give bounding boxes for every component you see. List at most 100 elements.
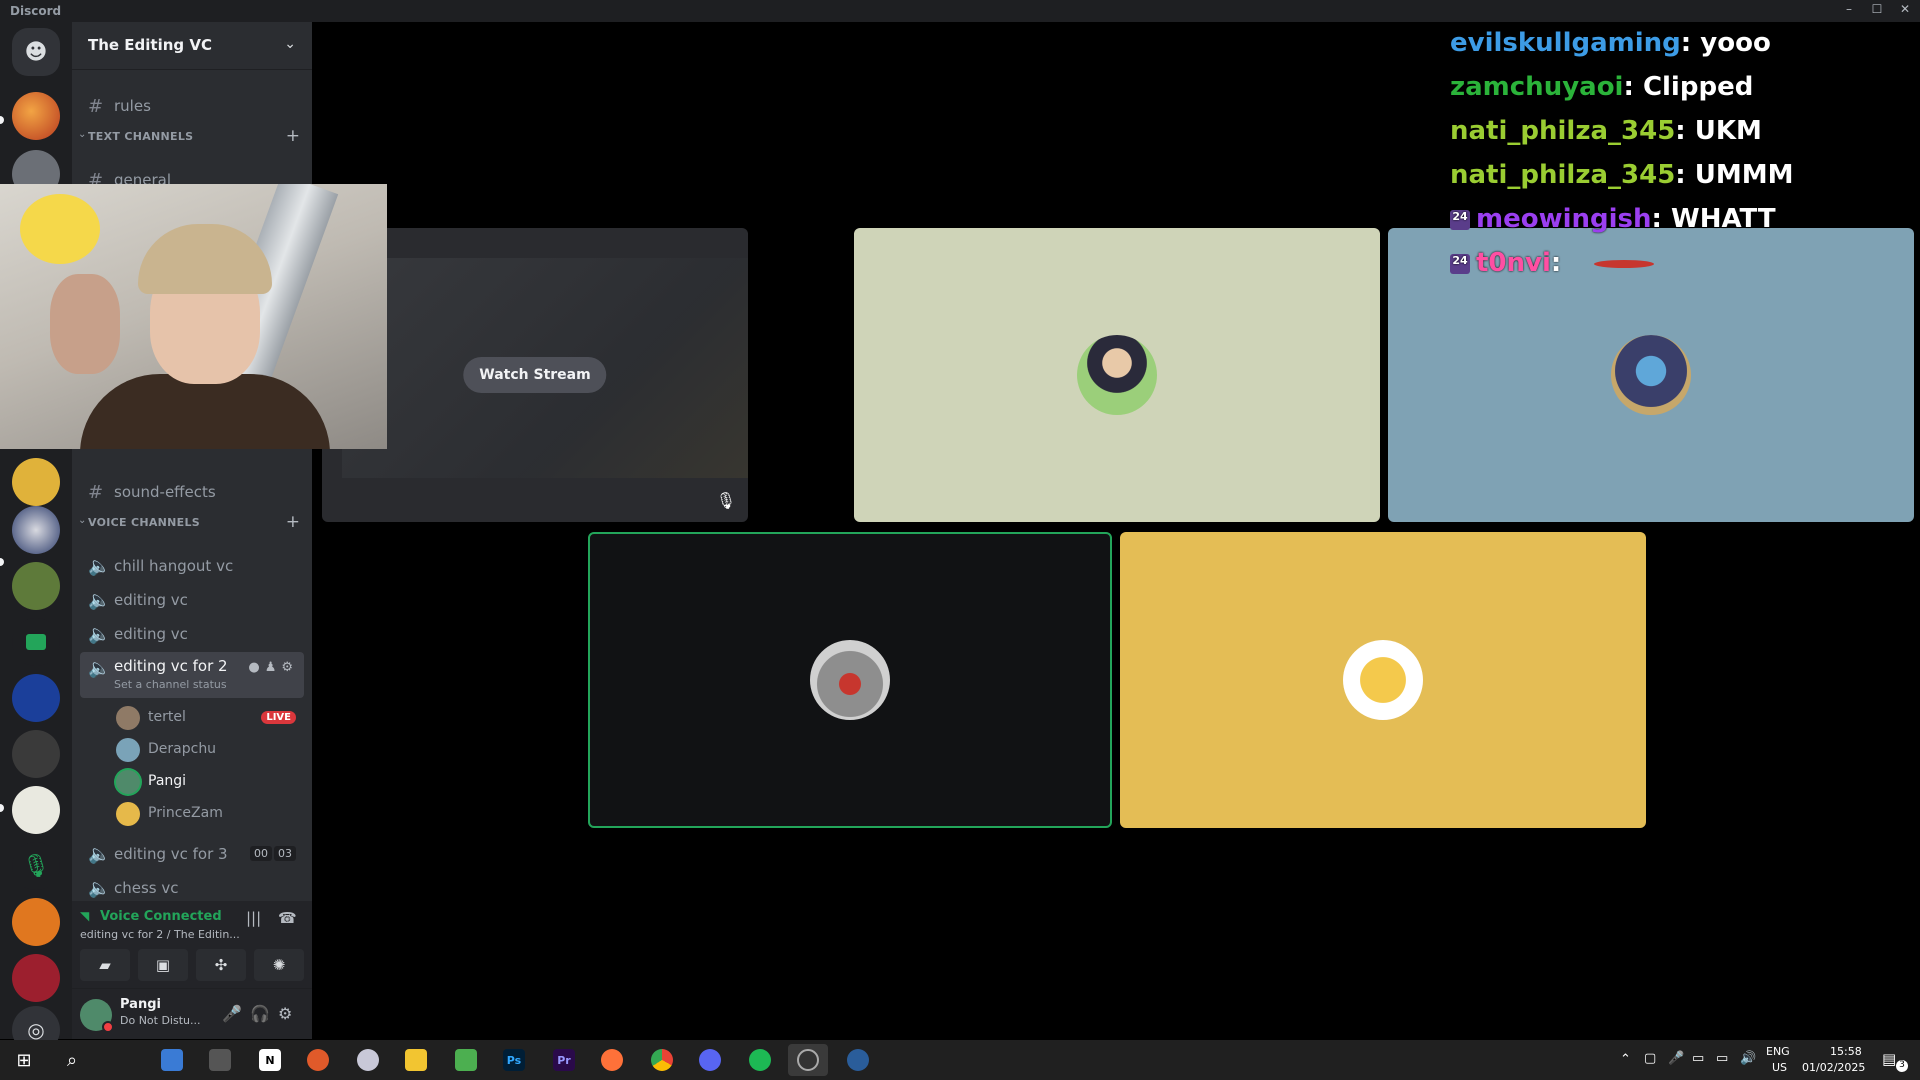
microphone-icon[interactable]: 🎤 xyxy=(222,1004,242,1023)
voice-user[interactable]: Derapchu xyxy=(112,734,304,766)
person-cap xyxy=(138,224,272,294)
server-icon[interactable] xyxy=(12,458,60,506)
username[interactable]: Pangi xyxy=(120,997,161,1012)
monitor-icon[interactable]: ▭ xyxy=(1716,1051,1728,1066)
participant-tile[interactable] xyxy=(854,228,1380,522)
avatar xyxy=(1611,335,1691,415)
taskbar-app[interactable] xyxy=(200,1044,240,1076)
search-button[interactable]: ⌕ xyxy=(52,1044,92,1076)
participant-tile[interactable] xyxy=(1120,532,1646,828)
user-count: 00 xyxy=(250,846,272,861)
clock-date[interactable]: 01/02/2025 xyxy=(1802,1061,1865,1074)
signal-icon[interactable]: ◥ xyxy=(80,909,89,923)
close-button[interactable]: ✕ xyxy=(1894,2,1916,20)
user-limit: 00 03 xyxy=(248,846,296,861)
gear-icon[interactable]: ⚙ xyxy=(281,660,298,675)
server-icon[interactable] xyxy=(12,674,60,722)
app-icon xyxy=(307,1049,329,1071)
server-icon[interactable] xyxy=(12,898,60,946)
voice-user[interactable]: tertel LIVE xyxy=(112,702,304,734)
server-name: The Editing VC xyxy=(88,36,212,54)
server-folder[interactable] xyxy=(12,618,60,666)
channel-sound-effects[interactable]: # sound-effects xyxy=(80,476,304,508)
chat-icon[interactable]: ● xyxy=(248,660,264,675)
volume-icon[interactable]: 🔊 xyxy=(1740,1051,1756,1066)
taskbar-app-active[interactable] xyxy=(788,1044,828,1076)
mic-muted-icon: 🎙 xyxy=(715,491,736,510)
server-header[interactable]: The Editing VC ⌄ xyxy=(72,22,312,70)
channel-rules[interactable]: # rules xyxy=(80,90,304,122)
voice-channel[interactable]: 🔈 chess vc xyxy=(80,872,304,904)
add-channel-icon[interactable]: + xyxy=(286,512,300,532)
soundboard-button[interactable]: ✺ xyxy=(254,949,304,981)
obs-icon xyxy=(797,1049,819,1071)
taskbar-app-notion[interactable]: N xyxy=(250,1044,290,1076)
server-icon[interactable] xyxy=(12,506,60,554)
notification-icon[interactable]: ▤ xyxy=(1882,1050,1896,1068)
voice-user[interactable]: PrinceZam xyxy=(112,798,304,830)
voice-channel[interactable]: 🔈 editing vc for 3 00 03 xyxy=(80,838,304,870)
watch-stream-button[interactable]: Watch Stream xyxy=(463,357,607,393)
taskbar-app[interactable] xyxy=(348,1044,388,1076)
voice-connected-subtitle[interactable]: editing vc for 2 / The Editin... xyxy=(80,928,240,941)
participant-tile-speaking[interactable] xyxy=(588,532,1112,828)
taskbar-app[interactable] xyxy=(446,1044,486,1076)
taskbar-app[interactable] xyxy=(396,1044,436,1076)
taskbar-app[interactable] xyxy=(592,1044,632,1076)
server-icon[interactable]: 🎙 xyxy=(12,842,60,890)
camera-icon[interactable]: ▢ xyxy=(1644,1051,1656,1066)
category-voice-channels[interactable]: ⌄ VOICE CHANNELS + xyxy=(76,512,308,532)
voice-channel[interactable]: 🔈 editing vc xyxy=(80,618,304,650)
camera-off-button[interactable]: ▰ xyxy=(80,949,130,981)
taskbar-app[interactable] xyxy=(690,1044,730,1076)
headphones-icon[interactable]: 🎧 xyxy=(250,1004,270,1023)
voice-connected-label[interactable]: Voice Connected xyxy=(100,909,222,924)
gear-icon[interactable]: ⚙ xyxy=(278,1004,292,1023)
language-indicator[interactable]: ENG xyxy=(1766,1045,1790,1058)
taskbar-app[interactable] xyxy=(152,1044,192,1076)
activities-button[interactable]: ✣ xyxy=(196,949,246,981)
chevron-up-icon[interactable]: ⌃ xyxy=(1620,1052,1631,1067)
app-icon xyxy=(357,1049,379,1071)
voice-channel[interactable]: 🔈 editing vc xyxy=(80,584,304,616)
invite-icon[interactable]: ♟ xyxy=(265,660,282,675)
taskbar-app-premiere[interactable]: Pr xyxy=(544,1044,584,1076)
server-icon[interactable] xyxy=(12,562,60,610)
taskbar-app[interactable] xyxy=(642,1044,682,1076)
voice-channel-active[interactable]: 🔈 editing vc for 2 Set a channel status … xyxy=(80,652,304,698)
start-button[interactable]: ⊞ xyxy=(4,1044,44,1076)
chat-text: Clipped xyxy=(1642,72,1754,102)
unread-indicator xyxy=(0,558,4,566)
category-text-channels[interactable]: ⌄ TEXT CHANNELS + xyxy=(76,126,308,146)
channel-status[interactable]: Set a channel status xyxy=(114,678,227,691)
activities-icon: ✣ xyxy=(214,956,228,974)
user-status[interactable]: Do Not Distu... xyxy=(120,1014,201,1027)
microphone-icon[interactable]: 🎤 xyxy=(1668,1051,1684,1066)
taskbar-app[interactable] xyxy=(838,1044,878,1076)
server-icon[interactable] xyxy=(12,954,60,1002)
voice-user[interactable]: Pangi xyxy=(112,766,304,798)
region-indicator[interactable]: US xyxy=(1772,1061,1787,1074)
minimize-button[interactable]: – xyxy=(1838,2,1860,20)
taskbar-app[interactable] xyxy=(298,1044,338,1076)
sub-badge-icon: 24 xyxy=(1450,253,1470,274)
home-button[interactable]: ☻ xyxy=(12,28,60,76)
taskbar-app[interactable] xyxy=(740,1044,780,1076)
clock-time[interactable]: 15:58 xyxy=(1830,1045,1862,1058)
disconnect-icon[interactable]: ☎ xyxy=(278,909,297,927)
chat-message: nati_philza_345: UMMM xyxy=(1450,160,1794,196)
server-icon[interactable] xyxy=(12,92,60,140)
server-icon[interactable] xyxy=(12,786,60,834)
voice-user-name: Pangi xyxy=(148,773,187,789)
taskbar-app-photoshop[interactable]: Ps xyxy=(494,1044,534,1076)
add-channel-icon[interactable]: + xyxy=(286,126,300,146)
noise-suppression-icon[interactable]: ||| xyxy=(246,909,261,927)
voice-connected-panel: ◥ Voice Connected editing vc for 2 / The… xyxy=(72,901,312,989)
avatar xyxy=(116,770,140,794)
share-screen-button[interactable]: ▣ xyxy=(138,949,188,981)
system-tray: ⌃ ▢ 🎤 ▭ ▭ 🔊 ENG US 15:58 01/02/2025 ▤ 3 xyxy=(1616,1040,1920,1080)
maximize-button[interactable]: ☐ xyxy=(1866,2,1888,20)
server-icon[interactable] xyxy=(12,730,60,778)
network-icon[interactable]: ▭ xyxy=(1692,1051,1704,1066)
voice-channel[interactable]: 🔈 chill hangout vc xyxy=(80,550,304,582)
